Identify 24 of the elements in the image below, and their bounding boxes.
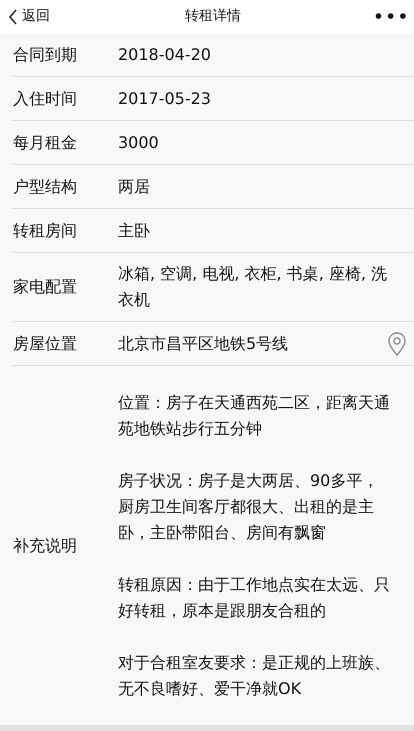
field-value: 两居 — [118, 176, 151, 198]
field-value: 北京市昌平区地铁5号线 — [118, 332, 290, 354]
back-icon — [8, 8, 18, 24]
more-button[interactable]: ••• — [373, 4, 410, 28]
page-title: 转租详情 — [185, 7, 241, 26]
note-paragraph: 转租原因：由于工作地点实在太远、只好转租，原本是跟朋友合租的 — [118, 574, 390, 622]
field-label: 补充说明 — [13, 534, 78, 556]
back-button[interactable]: 返回 — [8, 6, 50, 27]
field-label: 房屋位置 — [13, 332, 78, 354]
field-value: 2018-04-20 — [118, 44, 212, 66]
field-label: 合同到期 — [13, 44, 78, 66]
field-label: 每月租金 — [13, 132, 78, 154]
field-value: 2017-05-23 — [118, 88, 212, 110]
field-label: 户型结构 — [13, 176, 78, 198]
field-label: 转租房间 — [13, 220, 78, 242]
note-paragraph: 对于合租室友要求：是正规的上班族、无不良嗜好、爱干净就OK — [118, 652, 390, 700]
field-label: 入住时间 — [13, 88, 78, 110]
field-value: 主卧 — [118, 220, 151, 242]
field-value: 3000 — [118, 132, 160, 154]
field-label: 家电配置 — [13, 276, 78, 298]
note-paragraph: 位置：房子在天通西苑二区，距离天通苑地铁站步行五分钟 — [118, 392, 390, 440]
location-pin-icon[interactable] — [388, 332, 406, 356]
field-value: 冰箱, 空调, 电视, 衣柜, 书桌, 座椅, 洗衣机 — [118, 263, 388, 311]
note-paragraph: 房子状况：房子是大两居、90多平，厨房卫生间客厅都很大、出租的是主卧，主卧带阳台、房间有飘窗 — [118, 470, 380, 544]
